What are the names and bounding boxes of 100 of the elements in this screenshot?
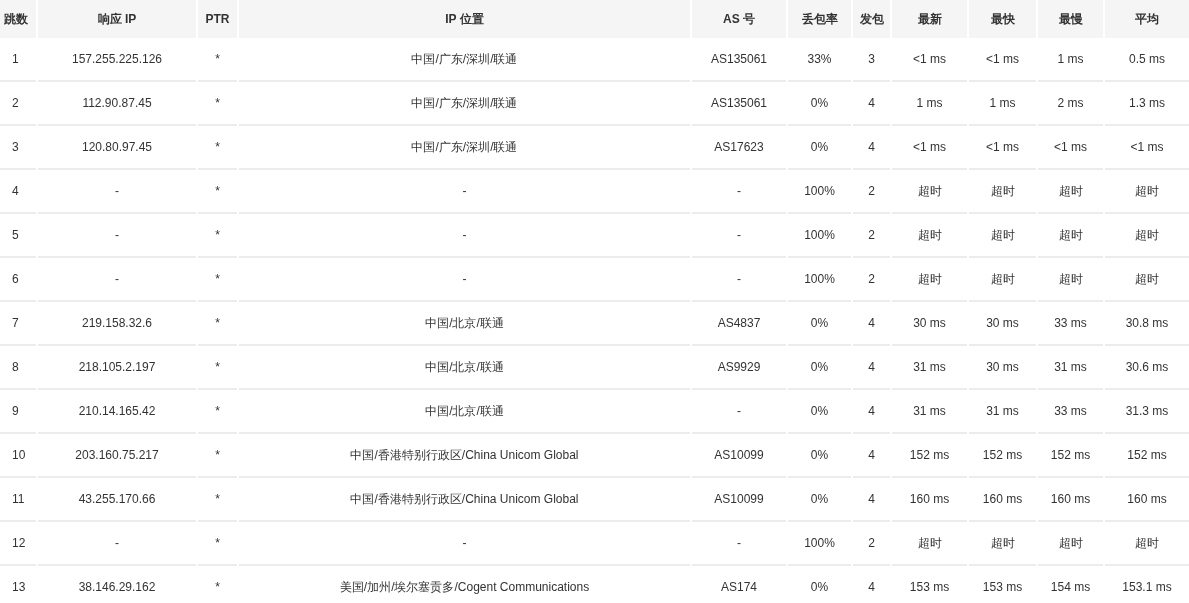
table-cell: 219.158.32.6 — [38, 302, 196, 346]
table-cell: 超时 — [892, 170, 967, 214]
table-cell: 4 — [853, 434, 890, 478]
table-cell: 4 — [853, 346, 890, 390]
table-cell: 112.90.87.45 — [38, 82, 196, 126]
table-cell: * — [198, 126, 237, 170]
table-cell: * — [198, 522, 237, 566]
table-cell: 4 — [853, 126, 890, 170]
table-cell: AS9929 — [692, 346, 786, 390]
table-cell: 1.3 ms — [1105, 82, 1189, 126]
table-cell: 0% — [788, 566, 851, 603]
column-header: 最慢 — [1038, 0, 1103, 38]
table-cell: - — [38, 214, 196, 258]
table-cell: * — [198, 302, 237, 346]
table-cell: 100% — [788, 522, 851, 566]
table-cell: 33 ms — [1038, 302, 1103, 346]
table-cell: * — [198, 38, 237, 82]
table-cell: 超时 — [892, 522, 967, 566]
table-cell: 31 ms — [892, 390, 967, 434]
table-cell: 超时 — [1105, 170, 1189, 214]
table-cell: - — [692, 522, 786, 566]
table-cell: 160 ms — [892, 478, 967, 522]
table-cell: 153.1 ms — [1105, 566, 1189, 603]
column-header: 发包 — [853, 0, 890, 38]
table-cell: <1 ms — [1105, 126, 1189, 170]
table-cell: 1 ms — [1038, 38, 1103, 82]
table-cell: 33% — [788, 38, 851, 82]
table-cell: 210.14.165.42 — [38, 390, 196, 434]
table-cell: 0% — [788, 302, 851, 346]
table-cell: 2 — [853, 258, 890, 302]
table-cell: 中国/广东/深圳/联通 — [239, 126, 690, 170]
table-cell: * — [198, 214, 237, 258]
table-cell: 10 — [0, 434, 36, 478]
table-cell: 11 — [0, 478, 36, 522]
table-cell: 0% — [788, 434, 851, 478]
table-cell: 中国/广东/深圳/联通 — [239, 38, 690, 82]
table-cell: 31.3 ms — [1105, 390, 1189, 434]
table-cell: 中国/北京/联通 — [239, 346, 690, 390]
table-cell: 9 — [0, 390, 36, 434]
table-cell: 0% — [788, 82, 851, 126]
column-header: 最快 — [969, 0, 1036, 38]
table-cell: 4 — [853, 390, 890, 434]
table-cell: 30.8 ms — [1105, 302, 1189, 346]
table-cell: AS10099 — [692, 478, 786, 522]
table-cell: 超时 — [1038, 214, 1103, 258]
table-cell: 4 — [853, 478, 890, 522]
table-cell: 0% — [788, 346, 851, 390]
table-cell: - — [38, 522, 196, 566]
table-cell: 31 ms — [892, 346, 967, 390]
table-cell: 5 — [0, 214, 36, 258]
table-cell: 2 — [0, 82, 36, 126]
table-cell: <1 ms — [969, 126, 1036, 170]
table-cell: AS135061 — [692, 38, 786, 82]
table-cell: 154 ms — [1038, 566, 1103, 603]
table-cell: 超时 — [892, 214, 967, 258]
table-cell: 7 — [0, 302, 36, 346]
table-cell: 2 — [853, 214, 890, 258]
table-cell: * — [198, 346, 237, 390]
table-cell: 120.80.97.45 — [38, 126, 196, 170]
table-cell: <1 ms — [892, 126, 967, 170]
table-cell: 超时 — [1038, 522, 1103, 566]
table-cell: * — [198, 390, 237, 434]
table-cell: 3 — [853, 38, 890, 82]
table-cell: AS174 — [692, 566, 786, 603]
table-cell: 超时 — [1038, 170, 1103, 214]
table-cell: 203.160.75.217 — [38, 434, 196, 478]
table-cell: 美国/加州/埃尔塞贡多/Cogent Communications — [239, 566, 690, 603]
table-cell: 0% — [788, 390, 851, 434]
table-cell: - — [692, 170, 786, 214]
table-cell: - — [239, 170, 690, 214]
table-cell: 1 ms — [892, 82, 967, 126]
table-cell: 152 ms — [969, 434, 1036, 478]
column-header: 最新 — [892, 0, 967, 38]
table-cell: * — [198, 478, 237, 522]
table-cell: 31 ms — [969, 390, 1036, 434]
table-cell: <1 ms — [892, 38, 967, 82]
table-cell: 153 ms — [892, 566, 967, 603]
table-cell: 中国/香港特别行政区/China Unicom Global — [239, 478, 690, 522]
table-cell: - — [239, 214, 690, 258]
table-cell: - — [239, 522, 690, 566]
table-cell: AS135061 — [692, 82, 786, 126]
table-cell: * — [198, 82, 237, 126]
table-cell: 超时 — [1105, 258, 1189, 302]
table-cell: 30 ms — [969, 346, 1036, 390]
table-cell: 中国/香港特别行政区/China Unicom Global — [239, 434, 690, 478]
table-cell: 160 ms — [1038, 478, 1103, 522]
table-cell: 中国/北京/联通 — [239, 390, 690, 434]
table-cell: 超时 — [1105, 522, 1189, 566]
table-cell: 30 ms — [892, 302, 967, 346]
table-cell: * — [198, 170, 237, 214]
table-cell: - — [239, 258, 690, 302]
table-cell: 0% — [788, 478, 851, 522]
table-cell: * — [198, 258, 237, 302]
table-cell: 153 ms — [969, 566, 1036, 603]
table-cell: 超时 — [969, 258, 1036, 302]
table-cell: AS4837 — [692, 302, 786, 346]
table-cell: <1 ms — [969, 38, 1036, 82]
table-cell: 30.6 ms — [1105, 346, 1189, 390]
table-cell: 30 ms — [969, 302, 1036, 346]
table-cell: 157.255.225.126 — [38, 38, 196, 82]
